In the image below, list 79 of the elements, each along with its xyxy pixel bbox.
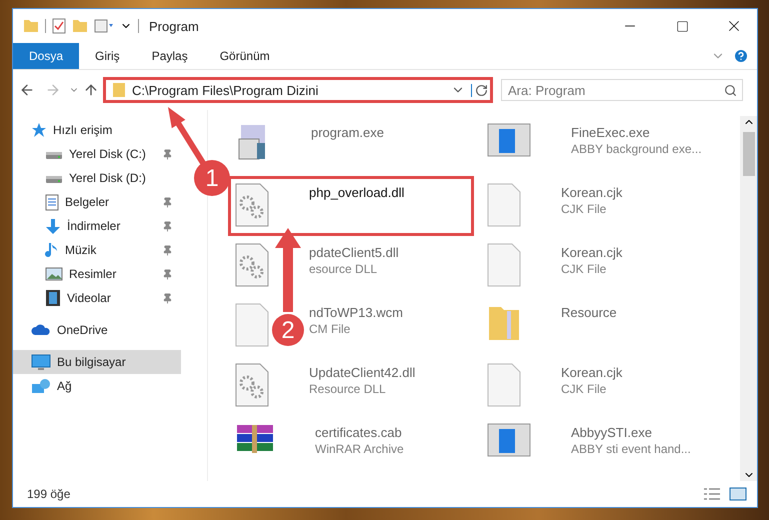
blank-file-icon	[487, 243, 521, 287]
nav-item[interactable]: Müzik	[13, 238, 181, 262]
file-type: esource DLL	[309, 262, 378, 276]
search-icon[interactable]	[724, 84, 737, 97]
star-icon	[31, 122, 47, 138]
file-name[interactable]: AbbyySTI.exe	[571, 425, 691, 440]
pin-icon[interactable]	[162, 220, 173, 232]
application-window-icon	[487, 423, 531, 457]
network-icon	[31, 378, 51, 394]
file-name[interactable]: Korean.cjk	[561, 185, 622, 200]
blank-file-icon	[487, 363, 521, 407]
file-name[interactable]: ndToWP13.wcm	[309, 305, 403, 320]
scrollbar[interactable]	[740, 116, 757, 481]
nav-item[interactable]: Videolar	[13, 286, 181, 310]
file-name[interactable]: php_overload.dll	[309, 185, 404, 200]
file-name[interactable]: program.exe	[311, 125, 384, 140]
gear-file-icon	[235, 363, 269, 407]
thumbnail-view-icon[interactable]	[729, 487, 747, 501]
file-name[interactable]: Korean.cjk	[561, 365, 622, 380]
nav-item[interactable]: Hızlı erişim	[13, 118, 181, 142]
file-type: ABBY background exe...	[571, 142, 702, 156]
blank-file-icon	[487, 183, 521, 227]
ribbon-tab[interactable]: Paylaş	[136, 43, 204, 69]
file-type: CM File	[309, 322, 352, 336]
cloud-icon	[31, 324, 51, 336]
nav-item[interactable]: Resimler	[13, 262, 181, 286]
file-type: Resource DLL	[309, 382, 387, 396]
pin-icon[interactable]	[162, 196, 173, 208]
pin-icon[interactable]	[162, 244, 173, 256]
properties-icon[interactable]	[94, 19, 114, 33]
nav-item[interactable]: İndirmeler	[13, 214, 181, 238]
pin-icon[interactable]	[162, 292, 173, 304]
number-badge: 1	[194, 160, 230, 196]
nav-item[interactable]: OneDrive	[13, 318, 181, 342]
search-field[interactable]: Ara: Program	[501, 79, 743, 101]
ribbon-tab[interactable]: Giriş	[79, 43, 136, 69]
folder-icon	[112, 82, 126, 98]
details-view-icon[interactable]	[703, 487, 721, 501]
monitor-icon	[31, 354, 51, 370]
nav-item[interactable]: Ağ	[13, 374, 181, 398]
window-title: Program	[149, 18, 199, 34]
nav-item[interactable]: Yerel Disk (D:)	[13, 166, 181, 190]
application-window-icon	[487, 123, 531, 157]
blank-file-icon	[235, 303, 269, 347]
file-type: ABBY sti event hand...	[571, 442, 691, 456]
nav-item[interactable]: Belgeler	[13, 190, 181, 214]
pin-icon[interactable]	[162, 268, 173, 280]
file-type: CJK File	[561, 262, 608, 276]
gear-file-icon	[235, 183, 269, 227]
document-icon	[45, 194, 59, 210]
file-name[interactable]: certificates.cab	[315, 425, 404, 440]
address-path: C:\Program Files\Program Dizini	[132, 82, 320, 98]
help-icon[interactable]	[733, 48, 749, 64]
gear-file-icon	[235, 243, 269, 287]
refresh-icon[interactable]	[471, 84, 488, 96]
file-name[interactable]: Resource	[561, 305, 617, 320]
number-badge: 2	[272, 314, 304, 346]
ribbon-tab[interactable]: Dosya	[13, 43, 80, 69]
file-type: CJK File	[561, 202, 608, 216]
download-arrow-icon	[45, 218, 61, 234]
file-name[interactable]: Korean.cjk	[561, 245, 622, 260]
file-type: CJK File	[561, 382, 608, 396]
film-icon	[45, 289, 61, 307]
file-name[interactable]: UpdateClient42.dll	[309, 365, 416, 380]
pin-icon[interactable]	[162, 148, 173, 160]
music-note-icon	[45, 242, 59, 258]
scroll-thumb[interactable]	[742, 132, 754, 176]
picture-icon	[45, 267, 63, 281]
address-bar[interactable]: C:\Program Files\Program Dizini	[103, 77, 493, 103]
checkmark-document-icon[interactable]	[52, 18, 66, 34]
nav-item[interactable]: Bu bilgisayar	[13, 350, 181, 374]
item-count: 199 öğe	[27, 487, 70, 501]
maximize-icon[interactable]	[676, 20, 688, 32]
nav-item[interactable]: Yerel Disk (C:)	[13, 142, 181, 166]
file-name[interactable]: pdateClient5.dll	[309, 245, 399, 260]
callout-arrow	[168, 107, 206, 165]
ribbon-tab[interactable]: Görünüm	[204, 43, 286, 69]
file-type: WinRAR Archive	[315, 442, 404, 456]
file-name[interactable]: FineExec.exe	[571, 125, 702, 140]
